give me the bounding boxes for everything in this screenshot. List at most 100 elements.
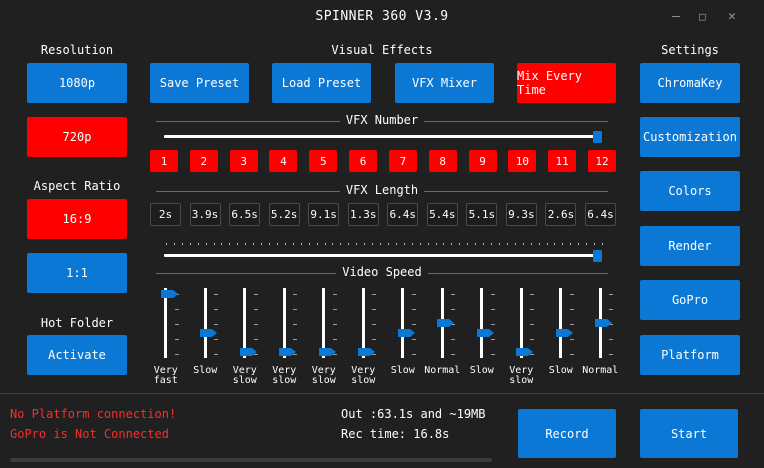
aspect-16-9-button[interactable]: 16:9 [27, 199, 127, 239]
colors-button[interactable]: Colors [640, 171, 740, 211]
vfx-length-7-value[interactable]: 6.4s [387, 203, 419, 226]
video-speed-tick [451, 309, 456, 310]
video-speed-tick [451, 354, 456, 355]
video-speed-slider-1[interactable] [164, 288, 168, 358]
save-preset-button[interactable]: Save Preset [150, 63, 249, 103]
video-speed-slider-9[interactable] [480, 288, 484, 358]
vfx-number-5-button[interactable]: 5 [309, 150, 338, 172]
video-speed-slider-handle-5[interactable] [318, 348, 331, 356]
vfx-number-9-button[interactable]: 9 [468, 150, 497, 172]
vfx-length-tick [451, 243, 453, 245]
video-speed-tick [411, 309, 416, 310]
video-speed-tick [609, 354, 614, 355]
vfx-number-10-button[interactable]: 10 [508, 150, 537, 172]
video-speed-slider-handle-2[interactable] [200, 328, 213, 337]
resolution-1080p-button[interactable]: 1080p [27, 63, 127, 103]
resolution-720p-button[interactable]: 720p [27, 117, 127, 157]
video-speed-slider-handle-9[interactable] [476, 328, 489, 337]
mix-every-time-button[interactable]: Mix Every Time [517, 63, 616, 103]
slider-pointer-icon [409, 328, 415, 337]
vfx-length-tick [229, 243, 231, 245]
vfx-length-slider-handle[interactable] [593, 250, 602, 262]
slider-pointer-icon [488, 328, 494, 337]
activate-button[interactable]: Activate [27, 335, 127, 375]
video-speed-slider-handle-8[interactable] [437, 319, 450, 327]
video-speed-tick [253, 309, 258, 310]
video-speed-tick [372, 294, 377, 295]
video-speed-label-4: Very slow [272, 365, 297, 386]
customization-button[interactable]: Customization [640, 117, 740, 157]
vfx-number-1-button[interactable]: 1 [150, 150, 178, 172]
video-speed-slider-handle-7[interactable] [397, 328, 410, 337]
platform-button[interactable]: Platform [640, 335, 740, 375]
vfx-number-slider-handle[interactable] [593, 131, 602, 143]
vfx-mixer-button[interactable]: VFX Mixer [395, 63, 494, 103]
aspect-1-1-button[interactable]: 1:1 [27, 253, 127, 293]
video-speed-title-wrap: Video Speed [156, 265, 608, 279]
video-speed-slider-handle-4[interactable] [279, 348, 292, 356]
vfx-length-11-value[interactable]: 2.6s [545, 203, 577, 226]
vfx-length-tick [443, 243, 445, 245]
vfx-number-2-button[interactable]: 2 [189, 150, 218, 172]
video-speed-slider-11[interactable] [559, 288, 563, 358]
vfx-length-tick [483, 243, 485, 245]
video-speed-tick [490, 309, 495, 310]
chromakey-button[interactable]: ChromaKey [640, 63, 740, 103]
vfx-number-12-button[interactable]: 12 [588, 150, 616, 172]
video-speed-tick [609, 294, 614, 295]
maximize-icon[interactable]: □ [699, 10, 706, 23]
vfx-length-tick [602, 243, 603, 245]
vfx-number-7-button[interactable]: 7 [388, 150, 417, 172]
video-speed-tick [174, 324, 179, 325]
vfx-number-6-button[interactable]: 6 [349, 150, 378, 172]
video-speed-slider-handle-6[interactable] [358, 348, 371, 356]
video-speed-tick [490, 354, 495, 355]
vfx-length-12-value[interactable]: 6.4s [585, 203, 616, 226]
vfx-length-slider[interactable] [164, 254, 602, 257]
video-speed-tick [293, 309, 298, 310]
video-speed-tick [214, 324, 219, 325]
video-speed-slider-handle-12[interactable] [595, 319, 608, 327]
gopro-button[interactable]: GoPro [640, 280, 740, 320]
vfx-length-3-value[interactable]: 6.5s [229, 203, 261, 226]
video-speed-tick [451, 339, 456, 340]
render-button[interactable]: Render [640, 226, 740, 266]
visual-effects-label: Visual Effects [331, 43, 433, 57]
vfx-number-3-button[interactable]: 3 [229, 150, 258, 172]
vfx-length-10-value[interactable]: 9.3s [505, 203, 537, 226]
video-speed-label-3: Very slow [232, 365, 257, 386]
vfx-length-tick-marks [166, 243, 603, 245]
vfx-length-tick [292, 243, 294, 245]
video-speed-slider-handle-3[interactable] [239, 348, 252, 356]
record-button[interactable]: Record [518, 409, 616, 458]
vfx-length-1-value[interactable]: 2s [150, 203, 181, 226]
vfx-number-4-button[interactable]: 4 [269, 150, 298, 172]
vfx-number-slider[interactable] [164, 135, 602, 138]
video-speed-slider-handle-1[interactable] [160, 290, 173, 298]
vfx-length-9-value[interactable]: 5.1s [466, 203, 498, 226]
vfx-length-tick [506, 243, 508, 245]
video-speed-tick [332, 324, 337, 325]
start-button[interactable]: Start [640, 409, 738, 458]
vfx-length-tick [300, 243, 302, 245]
vfx-length-6-value[interactable]: 1.3s [347, 203, 379, 226]
video-speed-slider-handle-11[interactable] [555, 328, 568, 337]
vfx-length-5-value[interactable]: 9.1s [308, 203, 340, 226]
video-speed-tick [569, 309, 574, 310]
video-speed-slider-2[interactable] [203, 288, 207, 358]
vfx-number-11-button[interactable]: 11 [548, 150, 577, 172]
video-speed-slider-handle-10[interactable] [516, 348, 529, 356]
video-speed-tick [214, 309, 219, 310]
close-icon[interactable]: ✕ [728, 9, 736, 24]
vfx-length-4-value[interactable]: 5.2s [268, 203, 300, 226]
minimize-icon[interactable]: – [672, 9, 680, 24]
vfx-length-tick [427, 243, 429, 245]
vfx-length-2-value[interactable]: 3.9s [189, 203, 221, 226]
slider-pointer-icon [567, 328, 573, 337]
video-speed-tick [609, 309, 614, 310]
vfx-number-8-button[interactable]: 8 [428, 150, 457, 172]
load-preset-button[interactable]: Load Preset [272, 63, 371, 103]
video-speed-slider-7[interactable] [401, 288, 405, 358]
vfx-number-row: 1 2 3 4 5 6 7 8 9 10 11 12 [150, 150, 616, 172]
vfx-length-8-value[interactable]: 5.4s [426, 203, 458, 226]
